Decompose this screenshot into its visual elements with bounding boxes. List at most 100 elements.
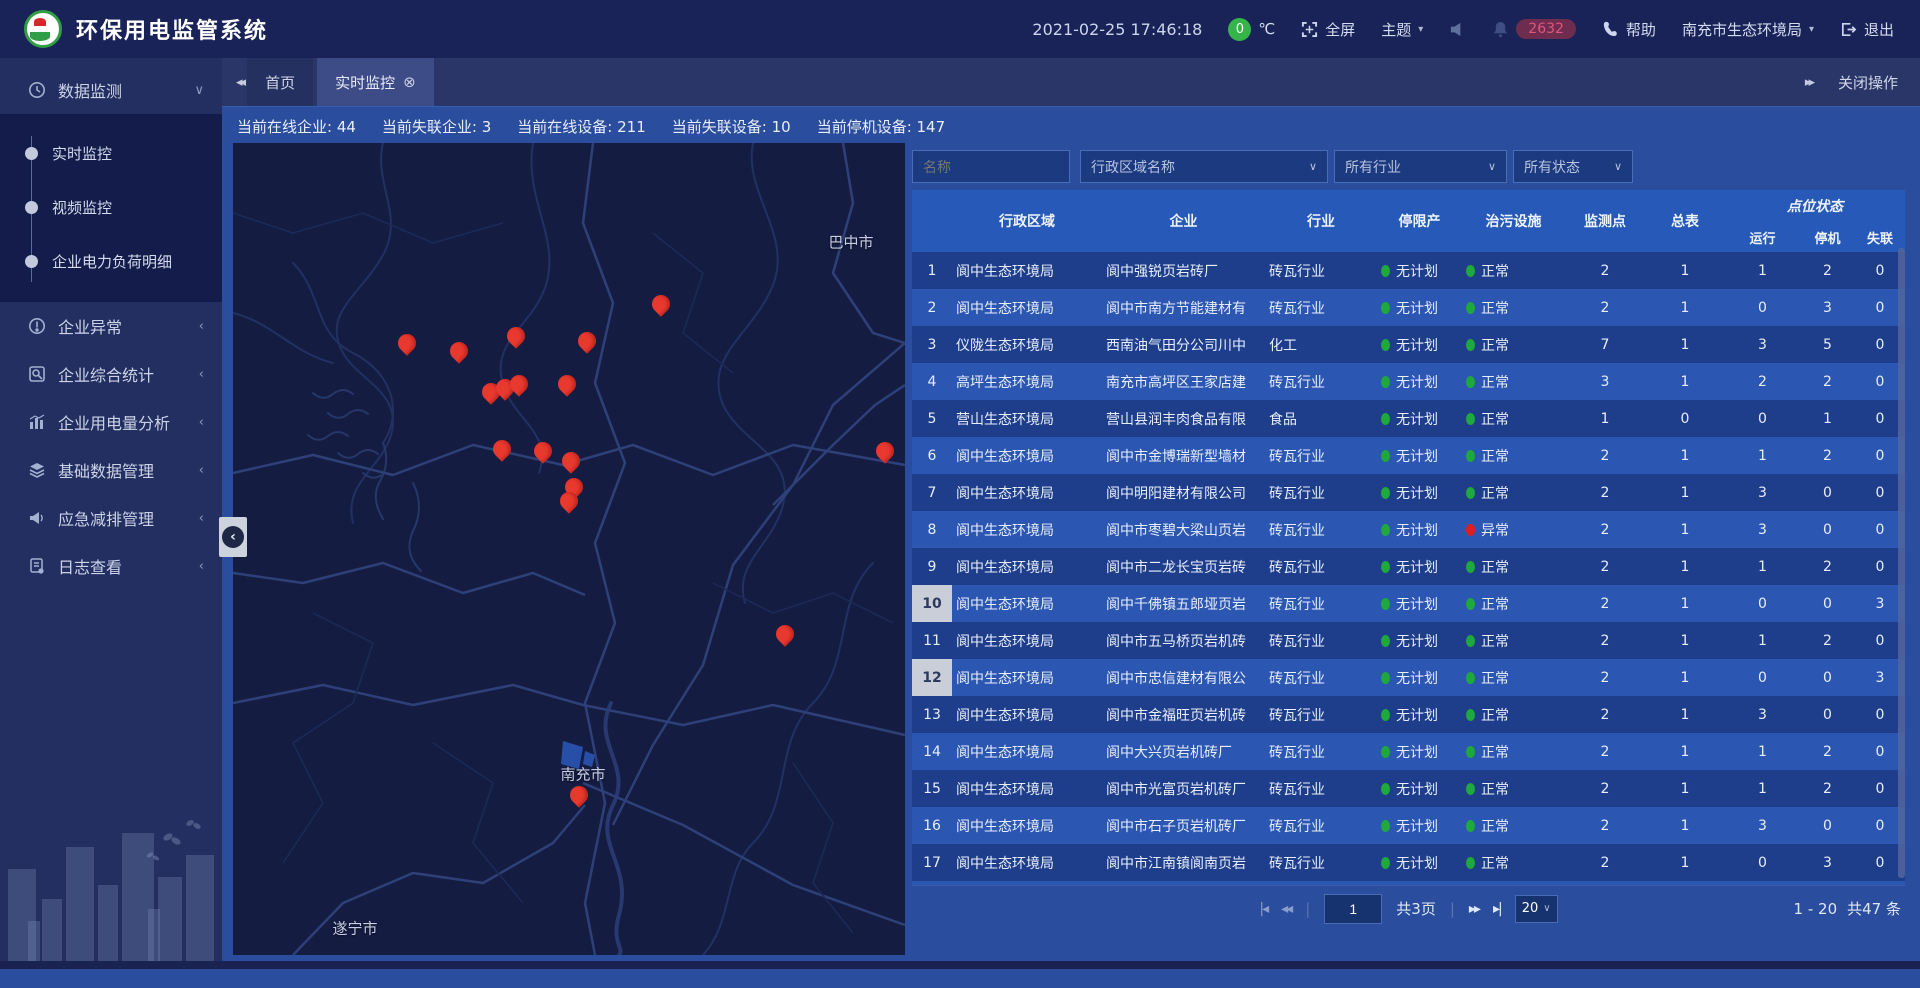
logout-button[interactable]: 退出 [1840, 19, 1894, 40]
tabs-scroll-right-icon[interactable]: ▸▸ [1805, 75, 1812, 90]
column-subheader: 运行 [1725, 222, 1800, 252]
sidebar-item-log-view[interactable]: 日志查看‹ [0, 542, 222, 590]
page-size-select[interactable]: 20 ∨ [1515, 895, 1558, 923]
cell-run: 0 [1725, 585, 1800, 622]
row-number: 5 [912, 400, 952, 437]
cell-meters: 1 [1645, 622, 1725, 659]
table-row[interactable]: 8阆中生态环境局阆中市枣碧大梁山页岩砖瓦行业无计划异常21300 [912, 511, 1905, 548]
first-page-icon[interactable]: |◂ [1259, 901, 1267, 917]
name-search-input[interactable] [912, 150, 1070, 183]
table-row[interactable]: 5营山生态环境局营山县润丰肉食品有限食品无计划正常10010 [912, 400, 1905, 437]
sidebar-subitem-power-load-detail[interactable]: 企业电力负荷明细 [0, 234, 222, 288]
cell-region: 阆中生态环境局 [952, 844, 1102, 881]
stat-item: 当前停机设备: 147 [817, 116, 945, 137]
table-row[interactable]: 4高坪生态环境局南充市高坪区王家店建砖瓦行业无计划正常31220 [912, 363, 1905, 400]
table-row[interactable]: 16阆中生态环境局阆中市石子页岩机砖厂砖瓦行业无计划正常21300 [912, 807, 1905, 844]
table-scrollbar[interactable] [1898, 248, 1905, 878]
cell-points: 2 [1565, 733, 1645, 770]
table-row[interactable]: 15阆中生态环境局阆中市光富页岩机砖厂砖瓦行业无计划正常21120 [912, 770, 1905, 807]
status-dot-green [1381, 413, 1390, 425]
cell-company: 阆中市江南镇阆南页岩 [1102, 844, 1265, 881]
industry-select[interactable]: 所有行业 ∨ [1334, 150, 1507, 183]
status-dot-red [1466, 524, 1475, 536]
stat-item: 当前失联设备: 10 [672, 116, 791, 137]
cell-stop: 0 [1800, 585, 1855, 622]
sidebar-subitem-realtime-monitor[interactable]: 实时监控 [0, 126, 222, 180]
cell-stop: 0 [1800, 511, 1855, 548]
status-dot-green [1381, 672, 1390, 684]
cell-stop: 0 [1800, 659, 1855, 696]
cell-meters: 1 [1645, 511, 1725, 548]
tab-home[interactable]: 首页 [247, 58, 313, 106]
sidebar-item-emergency-reduce[interactable]: 应急减排管理‹ [0, 494, 222, 542]
cell-run: 3 [1725, 511, 1800, 548]
table-row[interactable]: 12阆中生态环境局阆中市忠信建材有限公砖瓦行业无计划正常21003 [912, 659, 1905, 696]
table-row[interactable]: 3仪陇生态环境局西南油气田分公司川中化工无计划正常71350 [912, 326, 1905, 363]
sidebar-item-enterprise-stats[interactable]: 企业综合统计‹ [0, 350, 222, 398]
tab-realtime-monitor[interactable]: 实时监控 ⊗ [317, 58, 434, 106]
cell-production-status: 无计划 [1377, 733, 1462, 770]
next-page-icon[interactable]: ▸▸ [1469, 901, 1479, 917]
cell-stop: 0 [1800, 696, 1855, 733]
sidebar-item-base-data[interactable]: 基础数据管理‹ [0, 446, 222, 494]
cell-region: 营山生态环境局 [952, 400, 1102, 437]
sidebar-item-data-monitor[interactable]: 数据监测∨ [0, 66, 222, 114]
cell-industry: 化工 [1265, 326, 1377, 363]
cell-run: 1 [1725, 622, 1800, 659]
cell-meters: 0 [1645, 400, 1725, 437]
cell-company: 阆中市南方节能建材有 [1102, 289, 1265, 326]
cell-meters: 1 [1645, 807, 1725, 844]
table-row[interactable]: 14阆中生态环境局阆中大兴页岩机砖厂砖瓦行业无计划正常21120 [912, 733, 1905, 770]
cell-points: 2 [1565, 252, 1645, 289]
table-row[interactable]: 6阆中生态环境局阆中市金博瑞新型墙材砖瓦行业无计划正常21120 [912, 437, 1905, 474]
prev-page-icon[interactable]: ◂◂ [1281, 901, 1291, 917]
table-row[interactable]: 1阆中生态环境局阆中强锐页岩砖厂砖瓦行业无计划正常21120 [912, 252, 1905, 289]
chevron-left-icon: ‹ [199, 511, 204, 526]
cell-meters: 1 [1645, 696, 1725, 733]
chevron-down-icon: ▾ [1809, 24, 1814, 35]
cell-company: 阆中市金博瑞新型墙材 [1102, 437, 1265, 474]
status-select[interactable]: 所有状态 ∨ [1513, 150, 1633, 183]
cell-run: 0 [1725, 289, 1800, 326]
last-page-icon[interactable]: ▸| [1493, 901, 1501, 917]
map-roads-decor [233, 143, 905, 955]
cell-points: 2 [1565, 548, 1645, 585]
region-select[interactable]: 行政区域名称 ∨ [1080, 150, 1328, 183]
tabs-scroll-left-icon[interactable]: ◂◂ [236, 75, 243, 90]
fullscreen-button[interactable]: 全屏 [1301, 19, 1355, 40]
page-number-input[interactable] [1324, 894, 1382, 924]
cell-region: 阆中生态环境局 [952, 770, 1102, 807]
theme-menu[interactable]: 主题 ▾ [1381, 19, 1423, 40]
cell-treatment-status: 正常 [1462, 659, 1565, 696]
table-row[interactable]: 11阆中生态环境局阆中市五马桥页岩机砖砖瓦行业无计划正常21120 [912, 622, 1905, 659]
table-row[interactable]: 7阆中生态环境局阆中明阳建材有限公司砖瓦行业无计划正常21300 [912, 474, 1905, 511]
close-operations-menu[interactable]: 关闭操作 [1838, 72, 1898, 93]
table-row[interactable]: 9阆中生态环境局阆中市二龙长宝页岩砖砖瓦行业无计划正常21120 [912, 548, 1905, 585]
close-tab-icon[interactable]: ⊗ [403, 73, 416, 91]
org-menu[interactable]: 南充市生态环境局 ▾ [1682, 19, 1814, 40]
sidebar-menu: 数据监测∨实时监控视频监控企业电力负荷明细企业异常‹企业综合统计‹企业用电量分析… [0, 58, 222, 590]
notifications[interactable]: 2632 [1492, 19, 1576, 39]
mute-speaker-icon[interactable] [1449, 21, 1466, 38]
sidebar-item-label: 企业异常 [58, 314, 122, 338]
column-subheader: 失联 [1855, 222, 1905, 252]
map[interactable]: 巴中市南充市遂宁市 [233, 143, 905, 955]
table-row[interactable]: 10阆中生态环境局阆中千佛镇五郎垭页岩砖瓦行业无计划正常21003 [912, 585, 1905, 622]
help-button[interactable]: 帮助 [1602, 19, 1656, 40]
table-header-row: 行政区域企业行业停限产治污设施监测点总表点位状态 [912, 190, 1905, 222]
table-row[interactable]: 13阆中生态环境局阆中市金福旺页岩机砖砖瓦行业无计划正常21300 [912, 696, 1905, 733]
cell-production-status: 无计划 [1377, 437, 1462, 474]
sidebar-subitem-video-monitor[interactable]: 视频监控 [0, 180, 222, 234]
table-row[interactable]: 2阆中生态环境局阆中市南方节能建材有砖瓦行业无计划正常21030 [912, 289, 1905, 326]
cell-points: 2 [1565, 622, 1645, 659]
table-row[interactable]: 17阆中生态环境局阆中市江南镇阆南页岩砖瓦行业无计划正常21030 [912, 844, 1905, 881]
sidebar-item-enterprise-abnormal[interactable]: 企业异常‹ [0, 302, 222, 350]
status-dot-green [1466, 450, 1475, 462]
stats-icon [28, 365, 46, 383]
stat-value: 147 [917, 118, 946, 136]
status-dot-green [1466, 672, 1475, 684]
sidebar-item-power-analysis[interactable]: 企业用电量分析‹ [0, 398, 222, 446]
cell-region: 阆中生态环境局 [952, 289, 1102, 326]
main-area: ◂◂ 首页 实时监控 ⊗ ▸▸ 关闭操作 当前在线企业: 44当前失联企业: 3… [222, 58, 1920, 969]
sidebar-collapse-handle[interactable]: ‹ [219, 517, 247, 557]
